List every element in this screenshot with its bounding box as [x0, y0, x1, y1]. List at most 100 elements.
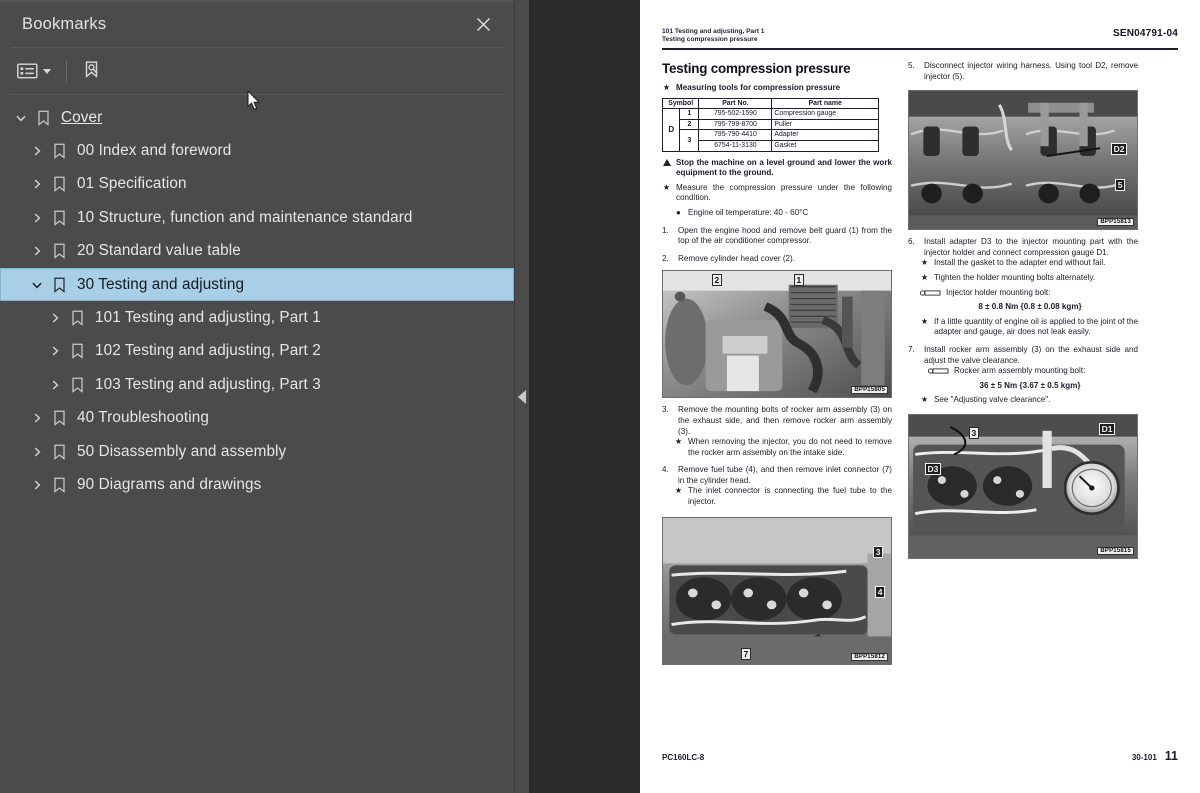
chevron-down-icon[interactable]: [10, 112, 32, 124]
step-1: 1. Open the engine hood and remove belt …: [662, 226, 892, 247]
bookmarks-panel: Bookmarks Cover 00 Index and foreword 01…: [0, 0, 515, 793]
tool-part-number: 6754-11-3130: [698, 139, 773, 152]
dot-icon: ●: [676, 207, 681, 217]
tool-part-number: 795-502-1590: [698, 108, 773, 120]
document-viewer[interactable]: 101 Testing and adjusting, Part 1 Testin…: [515, 0, 1200, 793]
step-6-note-1-text: Install the gasket to the adapter end wi…: [934, 258, 1106, 268]
step-2-text: Remove cylinder head cover (2).: [678, 253, 795, 263]
figure-code: BPP15815: [1097, 546, 1134, 555]
page-header-left: 101 Testing and adjusting, Part 1 Testin…: [662, 28, 764, 45]
tool-part-name: Compression gauge: [771, 108, 879, 120]
step-7-note: ★ See "Adjusting valve clearance".: [920, 395, 1138, 406]
chevron-right-icon[interactable]: [26, 178, 48, 190]
tools-intro-text: Measuring tools for compression pressure: [676, 83, 841, 92]
injector-removal-photo: D2 5 BPP15813: [908, 90, 1138, 231]
step-6-note-3: ★ If a little quantity of engine oil is …: [920, 317, 1138, 338]
bookmark-item-1[interactable]: 00 Index and foreword: [0, 134, 514, 167]
star-icon: ★: [920, 258, 929, 268]
bookmark-tree[interactable]: Cover 00 Index and foreword 01 Specificati…: [0, 95, 514, 793]
step-7-number: 7.: [908, 344, 915, 354]
bookmark-icon: [32, 110, 54, 126]
chevron-right-icon[interactable]: [44, 379, 66, 391]
page-footer: PC160LC-8 30-101 11: [662, 749, 1178, 763]
bookmark-item-label: 102 Testing and adjusting, Part 2: [95, 342, 321, 360]
step-3-text: Remove the mounting bolts of rocker arm …: [678, 405, 892, 436]
step-2-number: 2.: [662, 253, 669, 263]
tool-part-number: 795-799-8700: [698, 118, 773, 131]
bookmark-item-4[interactable]: 20 Standard value table: [0, 235, 514, 268]
tool-part-name: Puller: [771, 118, 879, 131]
bookmark-item-3[interactable]: 10 Structure, function and maintenance s…: [0, 201, 514, 234]
bookmark-item-0[interactable]: Cover: [0, 101, 514, 134]
chevron-right-icon[interactable]: [26, 145, 48, 157]
figure-code: BPP15813: [1097, 218, 1134, 227]
step-3-note: ★ When removing the injector, you do not…: [674, 437, 892, 458]
bookmark-item-7[interactable]: 102 Testing and adjusting, Part 2: [0, 335, 514, 368]
step-6-note-3-text: If a little quantity of engine oil is ap…: [934, 316, 1138, 337]
bookmark-icon: [48, 143, 70, 159]
bookmark-item-10[interactable]: 50 Disassembly and assembly: [0, 435, 514, 468]
cylinder-head-top-photo: 3 4 7 BPP15812: [662, 516, 892, 665]
step-4-number: 4.: [662, 465, 669, 475]
callout-4: 4: [875, 585, 885, 598]
right-column: 5. Disconnect injector wiring harness. U…: [908, 61, 1138, 669]
bookmark-item-11[interactable]: 90 Diagrams and drawings: [0, 468, 514, 501]
bookmark-icon: [48, 176, 70, 193]
tools-table-row: 2 795-799-8700 Puller: [663, 118, 879, 131]
header-section-title: 101 Testing and adjusting, Part 1: [662, 28, 765, 35]
chevron-right-icon[interactable]: [26, 412, 48, 424]
table-header-row: Symbol Part No. Part name: [661, 97, 879, 110]
page-header: 101 Testing and adjusting, Part 1 Testin…: [662, 28, 1178, 45]
measuring-tools-table: Symbol Part No. Part name D 1 795-502-1590…: [661, 97, 879, 152]
chevron-right-icon[interactable]: [26, 479, 48, 491]
step-6-note-2-text: Tighten the holder mounting bolts altern…: [934, 272, 1096, 282]
bookmark-item-label: 10 Structure, function and maintenance s…: [77, 208, 413, 226]
bookmark-item-6[interactable]: 101 Testing and adjusting, Part 1: [0, 301, 514, 334]
bookmark-icon: [66, 310, 88, 326]
chevron-right-icon[interactable]: [26, 212, 48, 224]
step-5-number: 5.: [908, 61, 915, 70]
pdf-reader-window: Bookmarks Cover 00 Index and foreword 01…: [0, 0, 1200, 793]
bookmark-icon: [48, 243, 70, 260]
measure-condition-text: Measure the compression pressure under t…: [676, 182, 892, 203]
bookmark-item-5[interactable]: 30 Testing and adjusting: [0, 267, 514, 302]
bookmark-item-label: 103 Testing and adjusting, Part 3: [95, 375, 321, 393]
bookmark-item-8[interactable]: 103 Testing and adjusting, Part 3: [0, 368, 514, 401]
chevron-down-icon[interactable]: [26, 279, 48, 291]
callout-5: 5: [1115, 179, 1125, 192]
step-6-number: 6.: [908, 237, 915, 247]
close-icon[interactable]: [468, 10, 498, 40]
step-6-torque-value: 8 ± 0.8 Nm {0.8 ± 0.08 kgm}: [978, 302, 1082, 312]
figure-code: BPP15805: [851, 386, 888, 395]
warning-triangle-icon: [662, 158, 671, 179]
bookmark-item-label: Cover: [61, 108, 103, 126]
bookmark-icon: [48, 477, 70, 493]
step-7: 7. Install rocker arm assembly (3) on th…: [908, 345, 1138, 366]
bookmark-find-icon[interactable]: [77, 54, 109, 88]
step-6-text: Install adapter D3 to the injector mount…: [924, 237, 1138, 257]
chevron-right-icon[interactable]: [26, 245, 48, 257]
step-1-number: 1.: [662, 225, 669, 235]
tool-index: 2: [679, 118, 700, 131]
section-number: 30-101: [1131, 753, 1157, 762]
bookmark-icon: [48, 277, 70, 293]
list-options-icon[interactable]: [12, 54, 56, 88]
collapse-panel-icon[interactable]: [515, 0, 529, 793]
bookmarks-toolbar: [0, 48, 514, 94]
bookmark-item-9[interactable]: 40 Troubleshooting: [0, 402, 514, 435]
step-6-torque-value-row: 8 ± 0.8 Nm {0.8 ± 0.08 kgm}: [908, 302, 1138, 313]
bookmarks-panel-header: Bookmarks: [0, 2, 514, 47]
header-topic-title: Testing compression pressure: [662, 36, 758, 44]
bookmark-item-label: 20 Standard value table: [77, 242, 241, 260]
bookmark-item-2[interactable]: 01 Specification: [0, 168, 514, 201]
step-5: 5. Disconnect injector wiring harness. U…: [908, 61, 1138, 82]
star-icon: ★: [920, 395, 929, 405]
chevron-right-icon[interactable]: [26, 446, 48, 458]
bookmark-item-label: 01 Specification: [77, 175, 187, 193]
chevron-right-icon[interactable]: [44, 345, 66, 357]
toolbar-separator: [66, 60, 67, 82]
step-3-number: 3.: [662, 405, 669, 415]
chevron-right-icon[interactable]: [44, 312, 66, 324]
step-7-torque-value-row: 36 ± 5 Nm {3.67 ± 0.5 kgm}: [908, 381, 1138, 392]
step-6-torque-label: Injector holder mounting bolt:: [946, 287, 1051, 297]
